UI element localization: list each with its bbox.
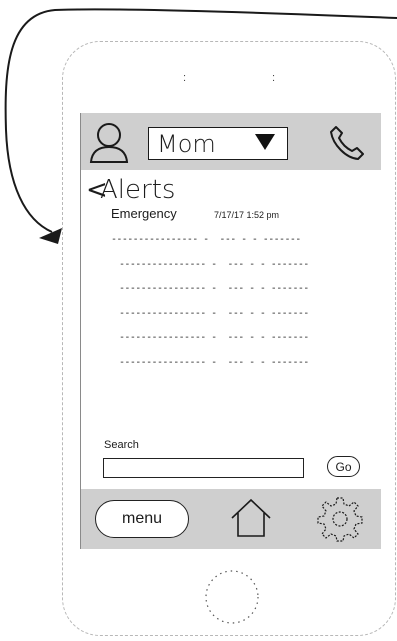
page-title: Alerts xyxy=(100,175,176,205)
home-icon[interactable] xyxy=(229,497,273,539)
gear-icon[interactable] xyxy=(317,496,363,542)
alert-name[interactable]: Emergency xyxy=(111,206,177,222)
user-icon[interactable] xyxy=(89,121,129,163)
hardware-home-button[interactable] xyxy=(202,567,262,627)
list-item[interactable]: ---------------- - --- - - ------- xyxy=(119,308,309,320)
list-item[interactable]: ---------------- - --- - - ------- xyxy=(119,357,309,369)
speaker-dot: : xyxy=(183,72,187,84)
list-item[interactable]: ---------------- - --- - - ------- xyxy=(119,259,309,271)
go-button[interactable]: Go xyxy=(327,456,360,477)
list-item[interactable]: ---------------- - --- - - ------- xyxy=(119,332,309,344)
contact-dropdown[interactable]: Mom xyxy=(148,127,288,160)
camera-dot: : xyxy=(272,72,276,84)
alert-timestamp: 7/17/17 1:52 pm xyxy=(214,210,280,220)
top-bar: Mom xyxy=(81,113,381,170)
phone-icon[interactable] xyxy=(327,123,367,163)
app-screen: Mom < Alerts Emergency 7/17/17 1:52 pm -… xyxy=(80,113,381,549)
menu-button[interactable]: menu xyxy=(95,500,189,538)
list-item[interactable]: ---------------- - --- - - ------- xyxy=(119,283,309,295)
list-item[interactable]: ---------------- - --- - - ------- xyxy=(111,234,301,246)
search-input[interactable] xyxy=(103,458,304,478)
triangle-down-icon xyxy=(255,134,275,150)
bottom-nav: menu xyxy=(81,489,381,549)
search-label: Search xyxy=(104,439,139,451)
contact-name: Mom xyxy=(157,129,216,158)
